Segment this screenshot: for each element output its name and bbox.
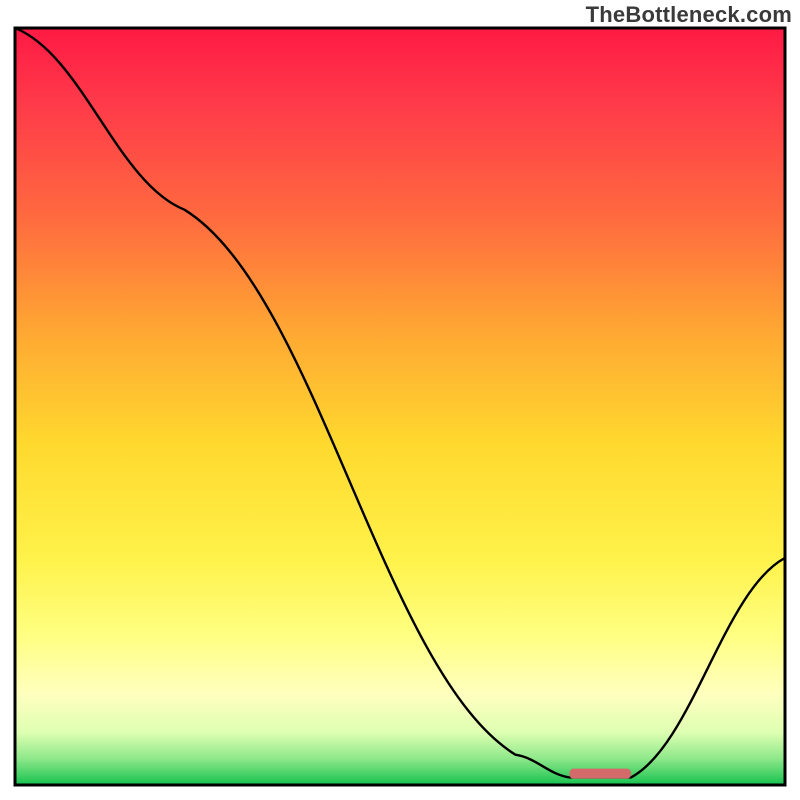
watermark-text: TheBottleneck.com <box>586 2 792 28</box>
bottleneck-chart <box>0 0 800 800</box>
plot-area <box>15 28 785 785</box>
gradient-background <box>15 28 785 785</box>
chart-container: TheBottleneck.com <box>0 0 800 800</box>
optimal-range-marker <box>569 769 631 779</box>
